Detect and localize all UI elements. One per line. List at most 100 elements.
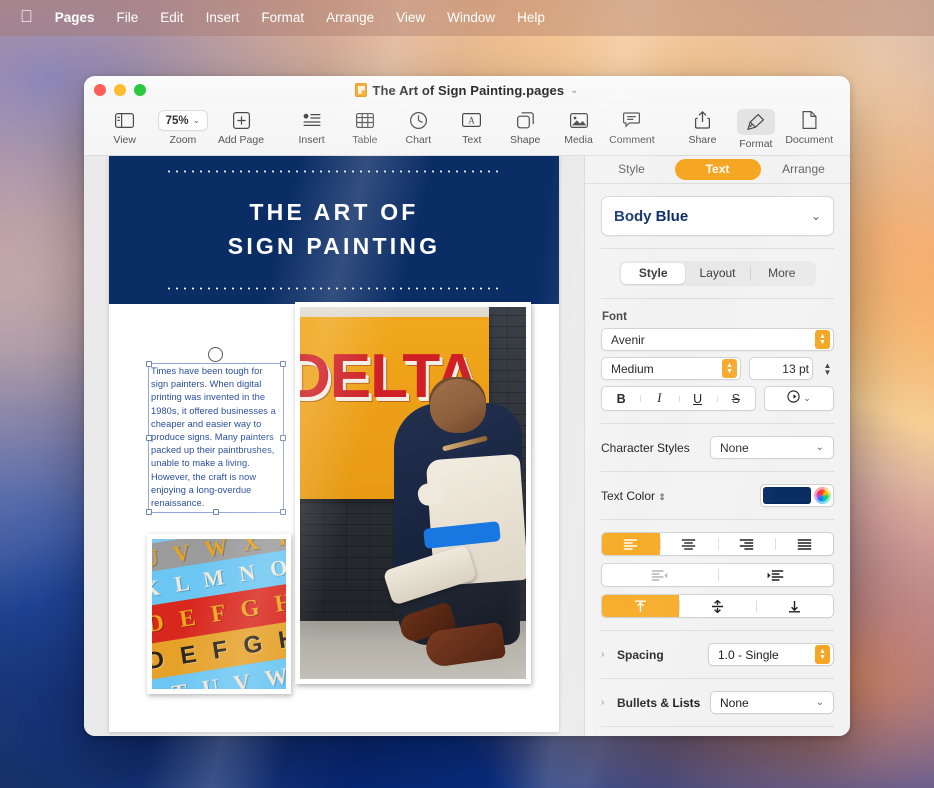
tab-style[interactable]: Style: [589, 159, 675, 180]
toolbar-document-label: Document: [785, 134, 833, 146]
character-styles-value: None: [720, 441, 749, 455]
maximize-button[interactable]: [134, 84, 146, 96]
document-hero-banner: THE ART OF SIGN PAINTING: [109, 156, 559, 304]
align-middle-button[interactable]: [679, 595, 756, 617]
underline-button[interactable]: U: [679, 392, 717, 406]
close-button[interactable]: [94, 84, 106, 96]
italic-button[interactable]: I: [640, 391, 678, 406]
toolbar-insert-button[interactable]: Insert: [285, 106, 338, 146]
align-center-button[interactable]: [660, 533, 718, 555]
resize-handle-top-left[interactable]: [146, 361, 152, 367]
divider-3: [601, 423, 834, 424]
character-styles-popup[interactable]: None ⌄: [710, 436, 834, 459]
minimize-button[interactable]: [114, 84, 126, 96]
resize-handle-top-right[interactable]: [280, 361, 286, 367]
window-body: THE ART OF SIGN PAINTING DELTA: [84, 156, 850, 736]
zoom-popup-button[interactable]: 75% ⌄: [158, 110, 209, 131]
menu-item-help[interactable]: Help: [506, 7, 556, 29]
resize-handle-middle-left[interactable]: [146, 435, 152, 441]
decrease-indent-button[interactable]: [602, 564, 718, 586]
selected-text-box[interactable]: Times have been tough for sign painters.…: [149, 364, 283, 512]
align-left-button[interactable]: [602, 533, 660, 555]
document-page[interactable]: THE ART OF SIGN PAINTING DELTA: [109, 156, 559, 732]
format-button-highlight: [737, 109, 775, 135]
rotation-handle[interactable]: [208, 347, 223, 362]
body-paragraph[interactable]: Times have been tough for sign painters.…: [149, 364, 283, 510]
photo-sign-painter[interactable]: DELTA: [295, 302, 531, 684]
document-canvas[interactable]: THE ART OF SIGN PAINTING DELTA: [84, 156, 584, 736]
document-page-icon: [802, 109, 817, 131]
subtab-layout[interactable]: Layout: [685, 263, 749, 284]
disclosure-triangle-icon[interactable]: ›: [601, 697, 610, 708]
menu-item-view[interactable]: View: [385, 7, 436, 29]
toolbar-zoom-control[interactable]: 75% ⌄ Zoom: [151, 106, 214, 146]
toolbar-format-button[interactable]: Format: [729, 106, 782, 150]
increase-indent-button[interactable]: [718, 564, 834, 586]
align-right-button[interactable]: [718, 533, 776, 555]
font-size-value: 13 pt: [782, 362, 809, 376]
font-family-popup[interactable]: Avenir ▲▼: [601, 328, 834, 351]
disclosure-triangle-icon[interactable]: ›: [601, 649, 610, 660]
toolbar-text-button[interactable]: A Text: [445, 106, 498, 146]
toolbar-share-button[interactable]: Share: [676, 106, 729, 146]
dotted-rule-top: [165, 170, 503, 173]
pages-document-icon: [355, 83, 367, 97]
align-bottom-button[interactable]: [756, 595, 833, 617]
paragraph-style-popup[interactable]: Body Blue ⌄: [601, 196, 834, 236]
menu-item-format[interactable]: Format: [250, 7, 315, 29]
toolbar-comment-button[interactable]: Comment: [605, 106, 658, 146]
stepper-icon[interactable]: ▲▼: [722, 359, 737, 378]
menu-item-arrange[interactable]: Arrange: [315, 7, 385, 29]
strikethrough-button[interactable]: S: [717, 392, 755, 406]
stepper-icon[interactable]: ▲▼: [815, 645, 830, 664]
subtab-style[interactable]: Style: [621, 263, 685, 284]
text-options-gear-button[interactable]: ⌄: [764, 386, 834, 411]
subtab-more[interactable]: More: [750, 263, 814, 284]
text-color-well[interactable]: [760, 484, 834, 507]
stepper-icon[interactable]: ▲▼: [815, 330, 830, 349]
text-color-row: Text Color ⇕: [601, 484, 834, 507]
stepper-icon[interactable]: ⇕: [658, 492, 666, 502]
toolbar-chart-button[interactable]: Chart: [392, 106, 445, 146]
menu-item-window[interactable]: Window: [436, 7, 506, 29]
character-styles-label: Character Styles: [601, 441, 690, 455]
apple-menu-icon[interactable]: : [14, 8, 44, 29]
font-size-stepper-icon[interactable]: ▲▼: [821, 362, 834, 376]
toolbar-table-button[interactable]: Table: [338, 106, 391, 146]
tab-arrange[interactable]: Arrange: [761, 159, 847, 180]
align-top-button[interactable]: [602, 595, 679, 617]
macos-menu-bar:  Pages File Edit Insert Format Arrange …: [0, 0, 934, 36]
align-justify-button[interactable]: [775, 533, 833, 555]
toolbar-view-label: View: [113, 134, 136, 146]
menu-item-file[interactable]: File: [106, 7, 150, 29]
color-wheel-icon[interactable]: [814, 487, 831, 504]
font-weight-popup[interactable]: Medium ▲▼: [601, 357, 741, 380]
share-icon: [695, 109, 710, 131]
tab-text[interactable]: Text: [675, 159, 761, 180]
menu-item-insert[interactable]: Insert: [195, 7, 251, 29]
bullets-lists-popup[interactable]: None ⌄: [710, 691, 834, 714]
spacing-popup[interactable]: 1.0 - Single ▲▼: [708, 643, 834, 666]
font-weight-value: Medium: [611, 362, 654, 376]
menu-item-pages[interactable]: Pages: [44, 7, 106, 29]
resize-handle-bottom-center[interactable]: [213, 509, 219, 515]
resize-handle-bottom-right[interactable]: [280, 509, 286, 515]
font-size-field[interactable]: 13 pt: [749, 357, 813, 380]
toolbar-view-button[interactable]: View: [98, 106, 151, 146]
toolbar-document-button[interactable]: Document: [783, 106, 836, 146]
format-sidebar: Style Text Arrange Body Blue ⌄ Style Lay…: [584, 156, 850, 736]
toolbar-media-button[interactable]: Media: [552, 106, 605, 146]
toolbar-add-page-button[interactable]: Add Page: [214, 106, 267, 146]
paragraph-style-value: Body Blue: [614, 208, 688, 225]
resize-handle-bottom-left[interactable]: [146, 509, 152, 515]
photo-painted-alphabet[interactable]: U V W X Y J K L M N O P C D E F G H I C …: [147, 534, 291, 694]
photo-painted-alphabet-image: U V W X Y J K L M N O P C D E F G H I C …: [152, 539, 286, 689]
bold-button[interactable]: B: [602, 392, 640, 406]
pages-application-window: The Art of Sign Painting.pages ⌄ View: [84, 76, 850, 736]
chevron-down-icon[interactable]: ⌄: [570, 85, 578, 96]
text-color-swatch[interactable]: [763, 487, 811, 504]
resize-handle-middle-right[interactable]: [280, 435, 286, 441]
spacing-label: Spacing: [617, 648, 664, 662]
menu-item-edit[interactable]: Edit: [149, 7, 194, 29]
toolbar-shape-button[interactable]: Shape: [498, 106, 551, 146]
